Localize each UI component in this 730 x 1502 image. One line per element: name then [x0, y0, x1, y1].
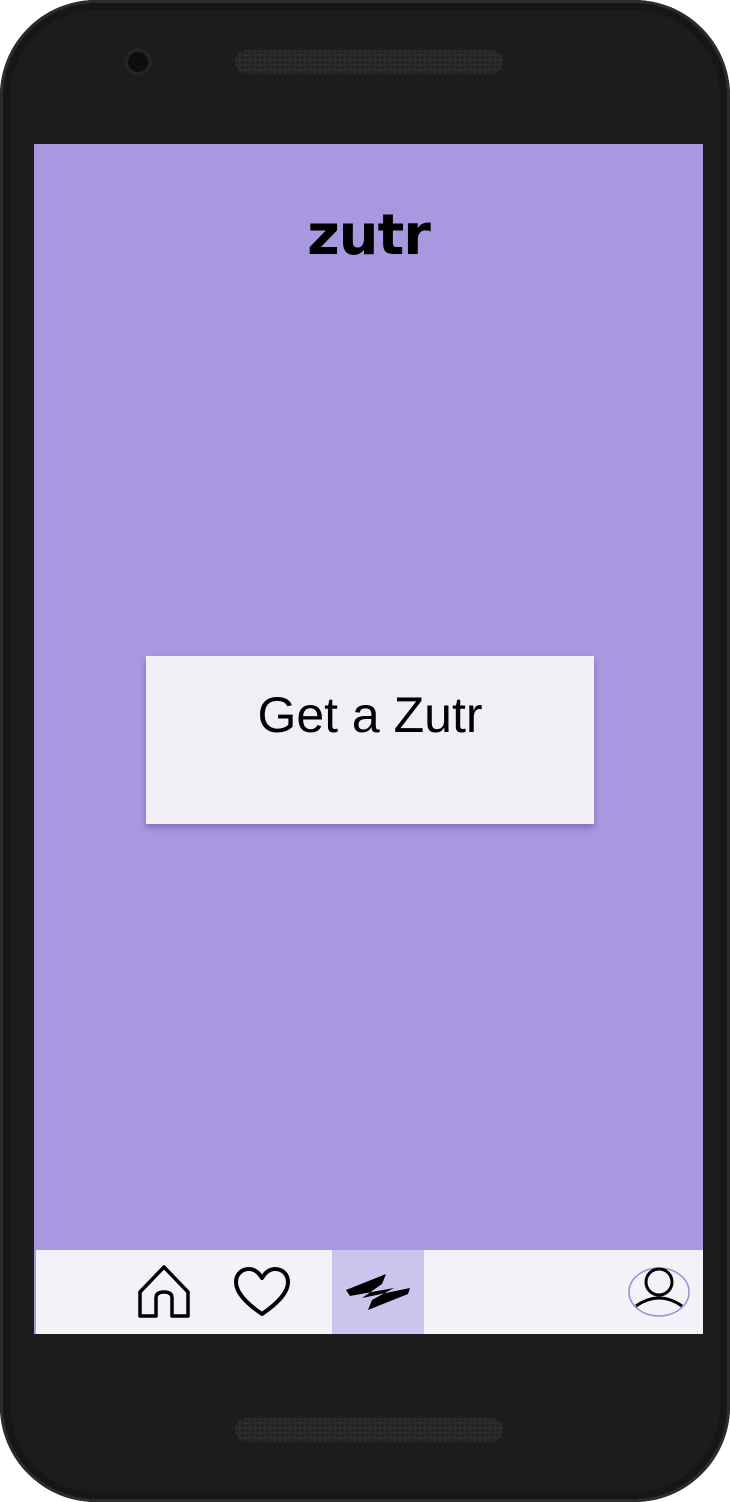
nav-favorites[interactable] — [222, 1250, 302, 1334]
nav-home[interactable] — [124, 1250, 204, 1334]
phone-frame: zutr Get a Zutr — [0, 0, 730, 1502]
get-a-zutr-button[interactable]: Get a Zutr — [146, 656, 594, 824]
get-a-zutr-label: Get a Zutr — [257, 687, 483, 743]
earpiece-speaker — [235, 50, 503, 74]
front-camera — [124, 48, 152, 76]
nav-profile[interactable] — [624, 1250, 694, 1334]
app-title: zutr — [307, 203, 431, 268]
home-icon — [138, 1265, 190, 1318]
zutr-logo-icon — [346, 1274, 410, 1310]
nav-zutr[interactable] — [332, 1250, 424, 1334]
app-screen: zutr Get a Zutr — [34, 144, 703, 1334]
heart-icon — [234, 1267, 290, 1316]
bottom-speaker — [235, 1418, 503, 1442]
bottom-navigation-bar — [36, 1250, 703, 1334]
user-avatar-icon — [628, 1267, 690, 1317]
